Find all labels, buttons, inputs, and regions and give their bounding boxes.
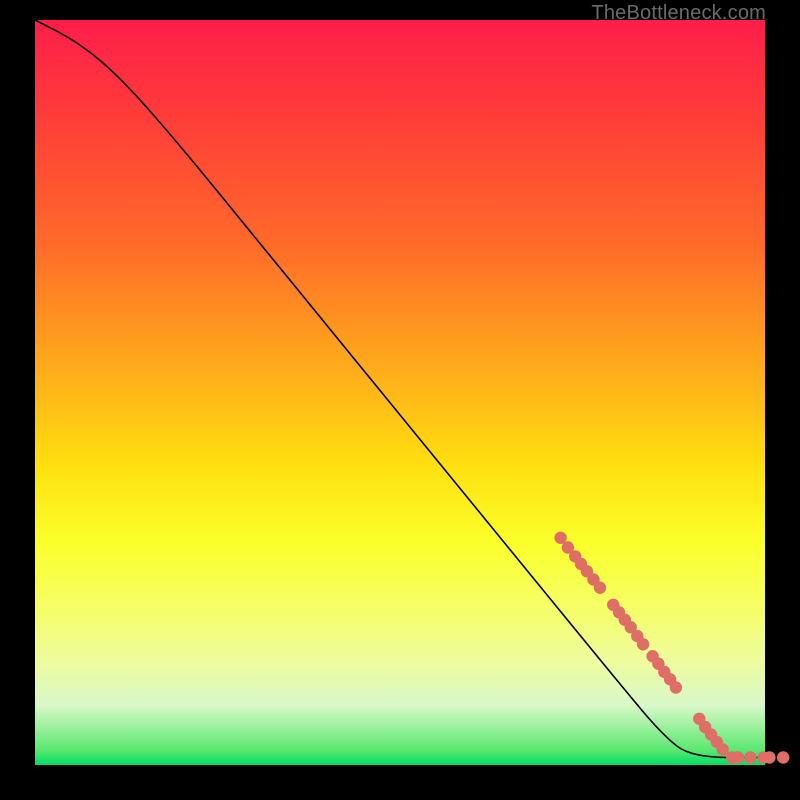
data-point (732, 751, 744, 763)
data-point (777, 751, 789, 763)
data-point (744, 751, 756, 763)
data-point (594, 582, 606, 594)
main-curve (35, 20, 765, 758)
data-point (763, 751, 775, 763)
data-point (717, 743, 729, 755)
chart-svg (35, 20, 765, 765)
data-point (670, 681, 682, 693)
data-point (637, 638, 649, 650)
